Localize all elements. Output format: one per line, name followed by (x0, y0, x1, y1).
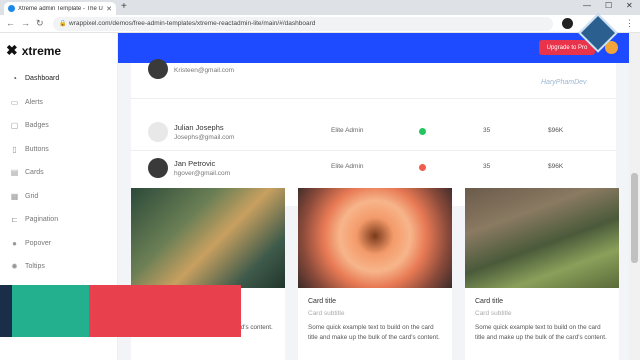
sidebar-item-alerts[interactable]: ▭ Alerts (0, 91, 118, 115)
browser-tab[interactable]: Xtreme admin Template - The U... ✕ (4, 2, 116, 15)
brand-name: xtreme (21, 43, 62, 58)
sidebar-item-pagination[interactable]: ⊏ Pagination (0, 208, 118, 232)
sidebar-item-label: Grid (25, 192, 39, 200)
minimize-icon[interactable]: — (583, 1, 591, 10)
card: Card title Card subtitle Some quick exam… (465, 188, 619, 360)
new-tab-icon[interactable]: + (121, 1, 127, 12)
sidebar-item-label: Popover (25, 239, 52, 247)
overlay-block-red (89, 285, 241, 337)
reload-icon[interactable]: ↻ (36, 18, 44, 29)
sidebar-item-label: Buttons (25, 145, 49, 153)
user-name: Julian Josephs (174, 123, 224, 132)
gear-icon: ✹ (11, 262, 18, 272)
card-subtitle: Card subtitle (308, 310, 345, 317)
status-dot (419, 164, 426, 171)
sidebar-item-label: Dashboard (25, 75, 60, 83)
sidebar-item-label: Pagination (25, 216, 59, 224)
sidebar-item-label: Toltips (25, 263, 45, 271)
address-bar: ← → ↻ 🔒 wrappixel.com/demos/free-admin-t… (0, 15, 640, 33)
dashboard-icon: ◔ (12, 74, 17, 84)
top-navbar: Upgrade to Pro (118, 33, 629, 63)
user-email: Kristeen@gmail.com (174, 67, 235, 74)
user-email: Josephs@gmail.com (174, 134, 235, 141)
sidebar-item-label: Badges (25, 122, 49, 130)
user-amount: $96K (548, 127, 564, 134)
url-field[interactable]: 🔒 wrappixel.com/demos/free-admin-templat… (53, 17, 553, 31)
maximize-icon[interactable]: ☐ (605, 1, 612, 10)
sidebar-item-toltips[interactable]: ✹ Toltips (0, 255, 118, 279)
user-count: 35 (483, 127, 491, 134)
user-amount: $96K (548, 163, 564, 170)
table-row: Julian Josephs Josephs@gmail.com Elite A… (131, 115, 616, 151)
scrollbar-thumb[interactable] (631, 173, 638, 263)
crab-photo (131, 188, 285, 288)
overlay-block-navy (0, 285, 12, 337)
card-title: Card title (475, 298, 504, 305)
user-role: Elite Admin (331, 163, 364, 170)
user-count: 35 (483, 163, 491, 170)
extension-icon[interactable] (562, 18, 573, 29)
card: Card title Card subtitle Some quick exam… (298, 188, 452, 360)
puffin-photo (465, 188, 619, 288)
rose-photo (298, 188, 452, 288)
sidebar-item-grid[interactable]: ▦ Grid (0, 185, 118, 209)
sidebar-item-label: Alerts (25, 98, 43, 106)
card-title: Card title (308, 298, 337, 305)
sidebar-item-buttons[interactable]: ▯ Buttons (0, 138, 118, 162)
card-subtitle: Card subtitle (475, 310, 512, 317)
cards-icon: ▤ (10, 168, 19, 178)
brand[interactable]: ✖ xtreme (6, 42, 61, 59)
status-dot (419, 128, 426, 135)
browser-tab-strip: Xtreme admin Template - The U... ✕ + — ☐… (0, 0, 640, 15)
popover-icon: ● (12, 238, 17, 248)
user-role: Elite Admin (331, 127, 364, 134)
sidebar-item-dashboard[interactable]: ◔ Dashboard (0, 67, 118, 91)
grid-icon: ▦ (10, 191, 19, 201)
page-scrollbar[interactable] (629, 33, 640, 360)
close-tab-icon[interactable]: ✕ (106, 5, 112, 13)
sidebar-item-label: Cards (25, 169, 44, 177)
avatar (148, 158, 168, 178)
tab-title: Xtreme admin Template - The U... (18, 5, 104, 12)
back-icon[interactable]: ← (6, 18, 15, 28)
favicon-icon (8, 5, 15, 12)
watermark-text: HaryPhamDev (541, 79, 587, 86)
avatar (148, 122, 168, 142)
sidebar-item-cards[interactable]: ▤ Cards (0, 161, 118, 185)
user-email: hgover@gmail.com (174, 170, 231, 177)
badge-icon: ▢ (10, 121, 19, 131)
pagination-icon: ⊏ (11, 215, 18, 225)
table-row: Jan Petrovic hgover@gmail.com Elite Admi… (131, 151, 616, 187)
chat-icon: ▭ (10, 97, 19, 107)
forward-icon[interactable]: → (21, 18, 30, 28)
user-name: Jan Petrovic (174, 159, 216, 168)
close-window-icon[interactable]: ✕ (626, 1, 633, 10)
xtreme-logo-icon: ✖ (6, 42, 18, 58)
avatar (148, 59, 168, 79)
card-text: Some quick example text to build on the … (308, 324, 440, 341)
cursor-icon: ▯ (12, 144, 17, 154)
browser-menu-icon[interactable]: ⋮ (625, 18, 634, 29)
sidebar-item-badges[interactable]: ▢ Badges (0, 114, 118, 138)
card-text: Some quick example text to build on the … (475, 324, 607, 341)
sidebar-item-popover[interactable]: ● Popover (0, 232, 118, 256)
url-text: wrappixel.com/demos/free-admin-templates… (69, 20, 316, 27)
sidebar-menu: ◔ Dashboard ▭ Alerts ▢ Badges ▯ Buttons ▤ Car… (0, 67, 118, 279)
overlay-block-teal (12, 285, 89, 337)
lock-icon: 🔒 (59, 21, 67, 27)
